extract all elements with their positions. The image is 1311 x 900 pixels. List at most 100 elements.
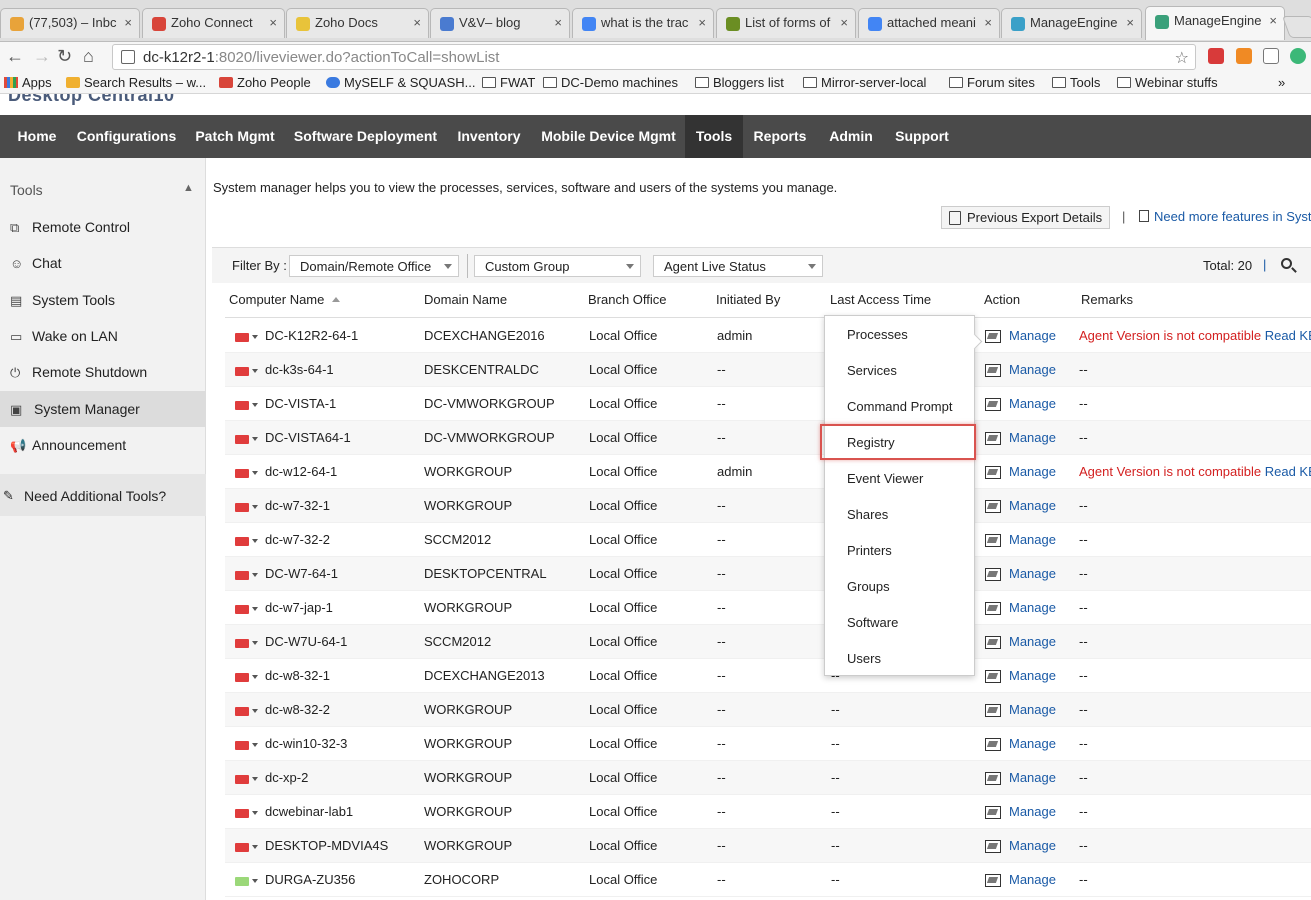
manage-link[interactable]: Manage — [1009, 396, 1056, 411]
manage-icon[interactable] — [985, 874, 1001, 887]
manage-icon[interactable] — [985, 670, 1001, 683]
computer-name-cell[interactable]: DESKTOP-MDVIA4S — [265, 838, 388, 853]
bookmark-fwat[interactable]: FWAT — [482, 75, 535, 90]
chevron-down-icon[interactable] — [252, 471, 258, 475]
menu-item-command-prompt[interactable]: Command Prompt — [825, 388, 976, 424]
search-icon[interactable] — [1281, 258, 1292, 269]
computer-name-cell[interactable]: DURGA-ZU356 — [265, 872, 355, 887]
bookmark-webinar-stuffs[interactable]: Webinar stuffs — [1117, 75, 1218, 90]
chevron-down-icon[interactable] — [252, 403, 258, 407]
menu-item-software[interactable]: Software — [825, 604, 976, 640]
bookmark-apps[interactable]: Apps — [4, 75, 52, 90]
analytics-extension-icon[interactable] — [1236, 48, 1252, 64]
close-icon[interactable]: × — [698, 15, 706, 30]
agent-live-status-select[interactable]: Agent Live Status — [653, 255, 823, 277]
manage-icon[interactable] — [985, 568, 1001, 581]
column-domain-name[interactable]: Domain Name — [424, 292, 507, 307]
manage-icon[interactable] — [985, 364, 1001, 377]
sidebar-item-remote-shutdown[interactable]: ⏻ Remote Shutdown — [0, 354, 206, 390]
manage-icon[interactable] — [985, 432, 1001, 445]
menu-item-services[interactable]: Services — [825, 352, 976, 388]
read-kb-link[interactable]: Read KB — [1265, 328, 1311, 343]
manage-link[interactable]: Manage — [1009, 328, 1056, 343]
bookmark-search-results-w[interactable]: Search Results – w... — [66, 75, 206, 90]
extension-icon[interactable] — [1208, 48, 1224, 64]
page-info-icon[interactable] — [121, 50, 135, 64]
manage-icon[interactable] — [985, 466, 1001, 479]
computer-name-cell[interactable]: DC-K12R2-64-1 — [265, 328, 358, 343]
column-computer-name[interactable]: Computer Name — [229, 292, 341, 307]
manage-icon[interactable] — [985, 806, 1001, 819]
chevron-down-icon[interactable] — [252, 369, 258, 373]
menu-item-users[interactable]: Users — [825, 640, 976, 676]
nav-tools[interactable]: Tools — [685, 115, 743, 158]
app-logo[interactable]: Desktop Central10 — [8, 94, 175, 106]
chevron-down-icon[interactable] — [252, 675, 258, 679]
nav-mobile-device-mgmt[interactable]: Mobile Device Mgmt — [532, 115, 685, 158]
computer-name-cell[interactable]: dcwebinar-lab1 — [265, 804, 353, 819]
browser-tab-zoho-docs[interactable]: Zoho Docs × — [286, 8, 429, 38]
chevron-down-icon[interactable] — [252, 845, 258, 849]
computer-name-cell[interactable]: dc-w8-32-1 — [265, 668, 330, 683]
sidebar-item-wake-on-lan[interactable]: ▭ Wake on LAN — [0, 318, 206, 354]
nav-patch-mgmt[interactable]: Patch Mgmt — [185, 115, 285, 158]
manage-link[interactable]: Manage — [1009, 702, 1056, 717]
nav-configurations[interactable]: Configurations — [70, 115, 183, 158]
bookmark-bloggers-list[interactable]: Bloggers list — [695, 75, 784, 90]
close-icon[interactable]: × — [1269, 13, 1277, 28]
manage-icon[interactable] — [985, 636, 1001, 649]
manage-link[interactable]: Manage — [1009, 838, 1056, 853]
browser-tab-77-503-inbc[interactable]: (77,503) – Inbc × — [0, 8, 140, 38]
chevron-down-icon[interactable] — [252, 811, 258, 815]
menu-item-processes[interactable]: Processes — [825, 316, 976, 352]
nav-reports[interactable]: Reports — [743, 115, 817, 158]
manage-icon[interactable] — [985, 704, 1001, 717]
manage-link[interactable]: Manage — [1009, 498, 1056, 513]
column-initiated-by[interactable]: Initiated By — [716, 292, 780, 307]
chevron-down-icon[interactable] — [252, 607, 258, 611]
menu-item-shares[interactable]: Shares — [825, 496, 976, 532]
browser-tab-zoho-connect[interactable]: Zoho Connect × — [142, 8, 285, 38]
sidebar-item-chat[interactable]: ☺ Chat — [0, 245, 206, 281]
manage-link[interactable]: Manage — [1009, 736, 1056, 751]
bookmarks-overflow-icon[interactable]: » — [1278, 75, 1285, 90]
camera-extension-icon[interactable] — [1263, 48, 1279, 64]
home-icon[interactable]: ⌂ — [83, 46, 94, 67]
manage-link[interactable]: Manage — [1009, 668, 1056, 683]
browser-tab-attached-meani[interactable]: attached meani × — [858, 8, 1000, 38]
browser-tab-v-v-blog[interactable]: V&V– blog × — [430, 8, 570, 38]
bookmark-myself-squash[interactable]: MySELF & SQUASH... — [326, 75, 475, 90]
close-icon[interactable]: × — [413, 15, 421, 30]
browser-tab-list-of-forms-of[interactable]: List of forms of × — [716, 8, 856, 38]
domain-filter-select[interactable]: Domain/Remote Office — [289, 255, 459, 277]
nav-support[interactable]: Support — [885, 115, 959, 158]
manage-link[interactable]: Manage — [1009, 362, 1056, 377]
computer-name-cell[interactable]: dc-win10-32-3 — [265, 736, 347, 751]
collapse-chevron-icon[interactable]: ▲ — [183, 182, 194, 194]
custom-group-select[interactable]: Custom Group — [474, 255, 641, 277]
computer-name-cell[interactable]: dc-w8-32-2 — [265, 702, 330, 717]
chevron-down-icon[interactable] — [252, 743, 258, 747]
bookmark-mirror-server-local[interactable]: Mirror-server-local — [803, 75, 926, 90]
bookmark-star-icon[interactable]: ☆ — [1175, 48, 1189, 68]
menu-item-groups[interactable]: Groups — [825, 568, 976, 604]
manage-link[interactable]: Manage — [1009, 804, 1056, 819]
computer-name-cell[interactable]: DC-VISTA64-1 — [265, 430, 351, 445]
manage-link[interactable]: Manage — [1009, 566, 1056, 581]
read-kb-link[interactable]: Read KB — [1265, 464, 1311, 479]
browser-tab-manageengine[interactable]: ManageEngine × — [1001, 8, 1142, 38]
manage-link[interactable]: Manage — [1009, 600, 1056, 615]
nav-software-deployment[interactable]: Software Deployment — [285, 115, 446, 158]
bookmark-forum-sites[interactable]: Forum sites — [949, 75, 1035, 90]
address-bar[interactable]: dc-k12r2-1:8020/liveviewer.do?actionToCa… — [112, 44, 1196, 70]
close-icon[interactable]: × — [1126, 15, 1134, 30]
menu-item-printers[interactable]: Printers — [825, 532, 976, 568]
computer-name-cell[interactable]: dc-w7-jap-1 — [265, 600, 333, 615]
manage-icon[interactable] — [985, 398, 1001, 411]
column-branch-office[interactable]: Branch Office — [588, 292, 667, 307]
chevron-down-icon[interactable] — [252, 437, 258, 441]
chevron-down-icon[interactable] — [252, 335, 258, 339]
previous-export-details-button[interactable]: Previous Export Details — [941, 206, 1110, 229]
manage-icon[interactable] — [985, 500, 1001, 513]
chevron-down-icon[interactable] — [252, 777, 258, 781]
